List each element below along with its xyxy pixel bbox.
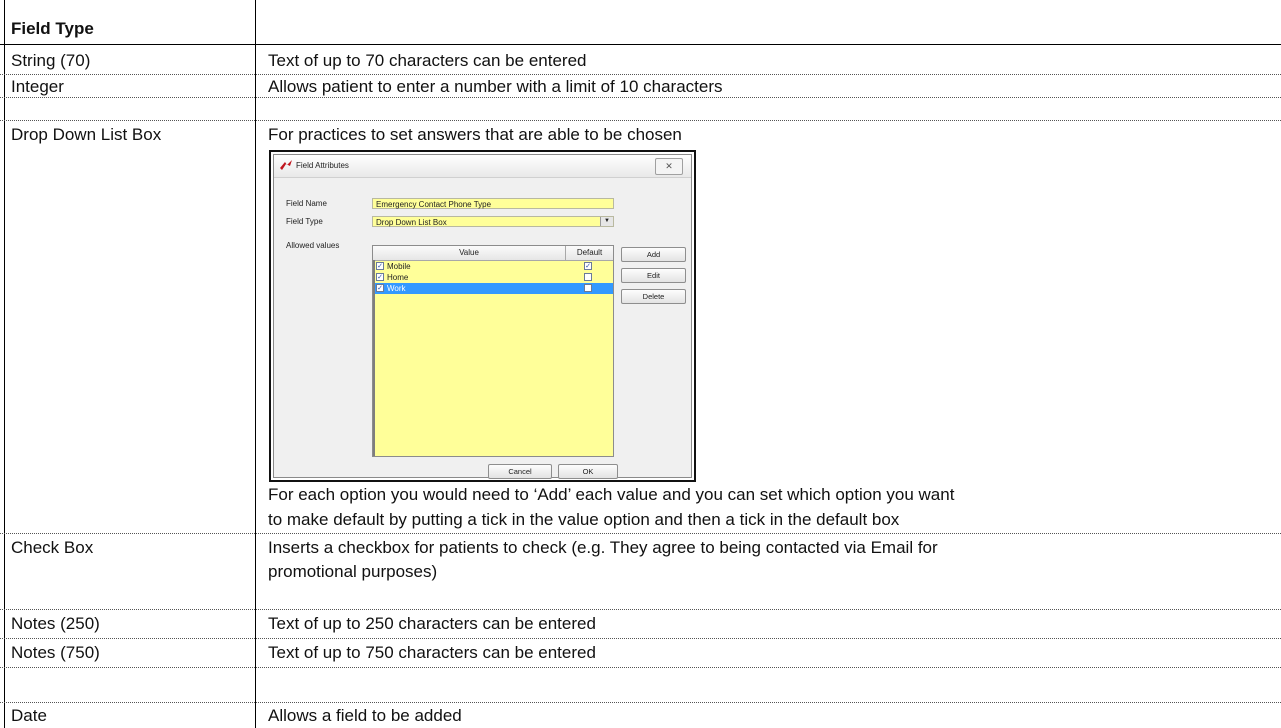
row-desc-notes750: Text of up to 750 characters can be ente… xyxy=(268,643,596,662)
delete-button[interactable]: Delete xyxy=(621,289,686,304)
row-type-string70: String (70) xyxy=(11,51,91,70)
ok-button[interactable]: OK xyxy=(558,464,618,479)
value-checkbox[interactable]: ✓ xyxy=(376,273,384,281)
value-checkbox[interactable]: ✓ xyxy=(376,262,384,270)
field-type-select[interactable]: Drop Down List Box ▼ xyxy=(372,216,614,227)
app-logo-icon xyxy=(280,160,292,170)
field-name-input[interactable]: Emergency Contact Phone Type xyxy=(372,198,614,209)
row-separator xyxy=(0,120,1281,121)
default-checkbox[interactable]: ✓ xyxy=(584,262,592,270)
allowed-values-grid[interactable]: Value Default ✓ Mobile ✓ ✓ Home ✓ Work xyxy=(372,245,614,457)
grid-header-value[interactable]: Value xyxy=(373,246,566,260)
row-separator xyxy=(0,74,1281,75)
value-label: Home xyxy=(387,273,409,282)
default-checkbox[interactable] xyxy=(584,284,592,292)
row-desc-checkbox-1: Inserts a checkbox for patients to check… xyxy=(268,538,938,557)
row-separator xyxy=(0,702,1281,703)
row-desc-integer: Allows patient to enter a number with a … xyxy=(268,77,723,96)
row-desc-string70: Text of up to 70 characters can be enter… xyxy=(268,51,587,70)
row-separator xyxy=(0,667,1281,668)
row-separator xyxy=(0,638,1281,639)
dialog-title-bar: Field Attributes ✕ xyxy=(274,155,691,178)
field-attributes-dialog: Field Attributes ✕ Field Name Emergency … xyxy=(273,154,692,479)
row-type-notes750: Notes (750) xyxy=(11,643,100,662)
grid-header-default[interactable]: Default xyxy=(566,246,613,260)
row-desc-checkbox-2: promotional purposes) xyxy=(268,562,438,581)
field-type-label: Field Type xyxy=(286,217,323,226)
edit-button[interactable]: Edit xyxy=(621,268,686,283)
grid-edge xyxy=(373,260,375,456)
row-desc-dropdown-note-2: to make default by putting a tick in the… xyxy=(268,510,900,529)
row-desc-dropdown-note-1: For each option you would need to ‘Add’ … xyxy=(268,485,955,504)
value-label: Mobile xyxy=(387,262,411,271)
field-type-value: Drop Down List Box xyxy=(376,218,447,227)
row-separator xyxy=(0,533,1281,534)
row-desc-date: Allows a field to be added xyxy=(268,706,462,725)
row-type-dropdown: Drop Down List Box xyxy=(11,125,162,144)
document-page: Field Type String (70) Text of up to 70 … xyxy=(0,0,1281,728)
list-item[interactable]: ✓ Work xyxy=(373,283,613,294)
allowed-values-label: Allowed values xyxy=(286,241,340,250)
dialog-title: Field Attributes xyxy=(296,161,349,170)
value-checkbox[interactable]: ✓ xyxy=(376,284,384,292)
field-name-label: Field Name xyxy=(286,199,327,208)
row-type-date: Date xyxy=(11,706,47,725)
table-left-border xyxy=(4,0,5,728)
cancel-button[interactable]: Cancel xyxy=(488,464,552,479)
list-item[interactable]: ✓ Mobile ✓ xyxy=(373,261,613,272)
row-separator xyxy=(0,609,1281,610)
chevron-down-icon[interactable]: ▼ xyxy=(600,217,613,226)
header-row-border xyxy=(0,44,1281,45)
table-column-divider xyxy=(255,0,256,728)
field-attributes-screenshot: Field Attributes ✕ Field Name Emergency … xyxy=(269,150,696,482)
list-item[interactable]: ✓ Home xyxy=(373,272,613,283)
value-label: Work xyxy=(387,284,406,293)
row-type-integer: Integer xyxy=(11,77,64,96)
add-button[interactable]: Add xyxy=(621,247,686,262)
row-type-notes250: Notes (250) xyxy=(11,614,100,633)
table-header-field-type: Field Type xyxy=(11,19,94,38)
grid-header: Value Default xyxy=(373,246,613,261)
close-button[interactable]: ✕ xyxy=(655,158,683,175)
default-checkbox[interactable] xyxy=(584,273,592,281)
row-desc-notes250: Text of up to 250 characters can be ente… xyxy=(268,614,596,633)
row-desc-dropdown: For practices to set answers that are ab… xyxy=(268,125,682,144)
row-type-checkbox: Check Box xyxy=(11,538,94,557)
